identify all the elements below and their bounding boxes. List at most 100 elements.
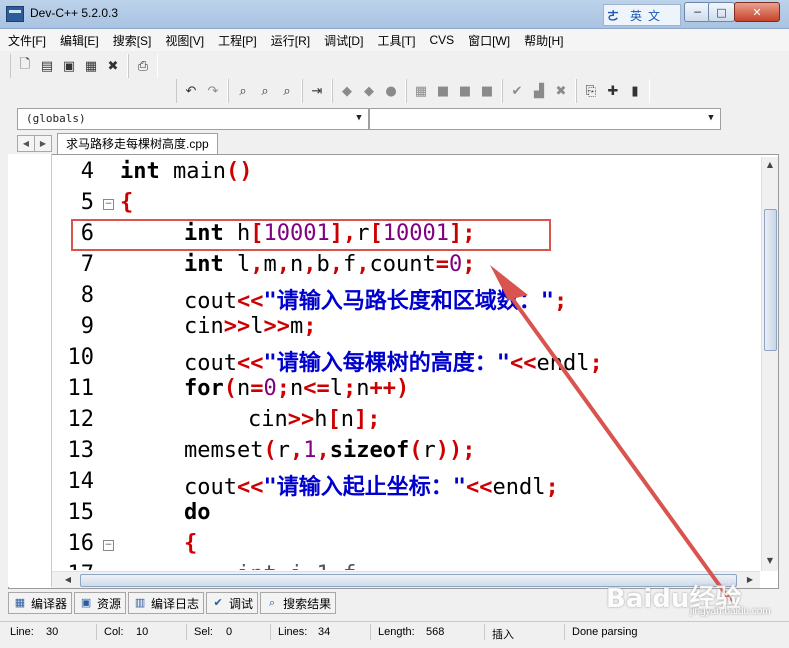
line-number: 11 [67,376,95,401]
status-sel-label: Sel: [194,626,213,638]
bookmark-next-icon[interactable]: ◆ [360,82,378,100]
scroll-left-icon[interactable]: ◀ [60,572,76,588]
menu-debug[interactable]: 调试[D] [318,32,369,49]
menu-bar: 文件[F] 编辑[E] 搜索[S] 视图[V] 工程[P] 运行[R] 调试[D… [0,29,789,51]
search-results-icon: ⌕ [268,597,276,609]
menu-tools[interactable]: 工具[T] [371,32,421,49]
replace-icon[interactable]: ⌕ [278,82,296,100]
rebuild-icon[interactable]: ■ [478,82,496,100]
tab-scroll-left-button[interactable]: ◀ [17,135,35,152]
tab-scroll-right-button[interactable]: ▶ [34,135,52,152]
new-project-icon[interactable]: ⎘ [582,82,600,100]
status-insert-mode: 插入 [492,629,514,641]
code-line: cout<<"请输入起止坐标："<<endl; [184,475,559,500]
scope-selector[interactable]: (globals) ▼ [17,108,369,130]
function-selector[interactable]: ▼ [369,108,721,130]
check-icon[interactable]: ✔ [508,82,526,100]
status-bar: Line: 30 Col: 10 Sel: 0 Lines: 34 Length… [0,621,789,642]
close-button[interactable]: ✕ [734,2,780,22]
debug-check-icon: ✔ [213,597,223,609]
status-message: Done parsing [572,626,638,638]
chevron-down-icon[interactable]: ▼ [352,111,366,125]
ime-indicator[interactable]: ㄜ 英文 [603,4,681,26]
status-lines-label: Lines: [278,626,308,638]
menu-project[interactable]: 工程[P] [212,32,263,49]
code-line: { [120,190,134,215]
redo-icon[interactable]: ↷ [204,82,222,100]
tab-debug[interactable]: ✔ 调试 [206,592,259,614]
status-length-label: Length: [378,626,415,638]
menu-cvs[interactable]: CVS [423,33,460,47]
tab-compile-log[interactable]: ▥ 编译日志 [128,592,205,614]
scroll-down-icon[interactable]: ▼ [762,553,778,569]
status-line-label: Line: [10,626,34,638]
compiler-icon: ▦ [14,597,26,609]
project-options-icon[interactable]: ▮ [626,82,644,100]
menu-search[interactable]: 搜索[S] [107,32,158,49]
menu-run[interactable]: 运行[R] [265,32,316,49]
goto-line-icon[interactable]: ⇥ [308,82,326,100]
status-col-label: Col: [104,626,124,638]
close-file-icon[interactable]: ✖ [104,57,122,75]
find-icon[interactable]: ⌕ [234,82,252,100]
line-number: 9 [80,314,94,339]
status-length-value: 568 [426,626,445,638]
app-icon [6,6,24,22]
status-lines-value: 34 [318,626,331,638]
line-number: 14 [67,469,95,494]
code-line: cout<<"请输入每棵树的高度："<<endl; [184,351,603,376]
tab-label: 编译器 [31,596,68,611]
clean-icon[interactable]: ✖ [552,82,570,100]
vertical-scroll-thumb[interactable] [764,209,777,351]
vertical-scrollbar[interactable]: ▲ ▼ [761,157,778,571]
scope-value: (globals) [26,112,86,125]
bookmark-icon[interactable]: ◆ [338,82,356,100]
code-line: int l,m,n,b,f,count=0; [184,252,476,277]
line-number: 8 [80,283,94,308]
line-number: 17 [54,562,95,570]
scroll-right-icon[interactable]: ▶ [742,572,758,588]
scroll-up-icon[interactable]: ▲ [762,157,778,173]
code-line: memset(r,1,sizeof(r)); [184,438,476,463]
status-col-value: 10 [136,626,149,638]
line-number: 4 [80,159,94,184]
tab-source-file[interactable]: 求马路移走每棵树高度.cpp [57,133,218,155]
menu-edit[interactable]: 编辑[E] [54,32,105,49]
menu-view[interactable]: 视图[V] [159,32,210,49]
compile-icon[interactable]: ▦ [412,82,430,100]
code-line: cin>>l>>m; [184,314,317,339]
line-number: 12 [67,407,95,432]
tab-resources[interactable]: ▣ 资源 [74,592,127,614]
title-bar: Dev-C++ 5.2.0.3 ㄜ 英文 ─ □ ✕ [0,0,789,29]
undo-icon[interactable]: ↶ [182,82,200,100]
minimize-button[interactable]: ─ [684,2,711,22]
tab-search-results[interactable]: ⌕ 搜索结果 [260,592,337,614]
resources-icon: ▣ [80,597,92,609]
fold-toggle-icon[interactable]: − [103,199,114,210]
chevron-down-icon[interactable]: ▼ [704,111,718,125]
print-icon[interactable]: ⎙ [134,57,152,75]
find-next-icon[interactable]: ⌕ [256,82,274,100]
maximize-button[interactable]: □ [708,2,735,22]
save-all-icon[interactable]: ▦ [82,57,100,75]
compile-run-icon[interactable]: ■ [456,82,474,100]
new-file-icon[interactable]: 🗋 [16,57,34,75]
line-number: 10 [67,345,95,370]
open-file-icon[interactable]: ▤ [38,57,56,75]
chart-icon[interactable]: ▟ [530,82,548,100]
menu-window[interactable]: 窗口[W] [462,32,516,49]
menu-help[interactable]: 帮助[H] [518,32,569,49]
tab-label: 搜索结果 [283,596,332,611]
save-icon[interactable]: ▣ [60,57,78,75]
line-number: 16 [67,531,95,556]
bookmark-clear-icon[interactable]: ● [382,82,400,100]
menu-file[interactable]: 文件[F] [2,32,52,49]
run-icon[interactable]: ■ [434,82,452,100]
line-number: 13 [67,438,95,463]
add-to-project-icon[interactable]: ✚ [604,82,622,100]
fold-toggle-icon[interactable]: − [103,540,114,551]
tab-compiler[interactable]: ▦ 编译器 [8,592,73,614]
code-line: do [184,500,211,525]
line-number: 7 [80,252,94,277]
watermark-url: jingyan.baidu.com [690,606,771,617]
